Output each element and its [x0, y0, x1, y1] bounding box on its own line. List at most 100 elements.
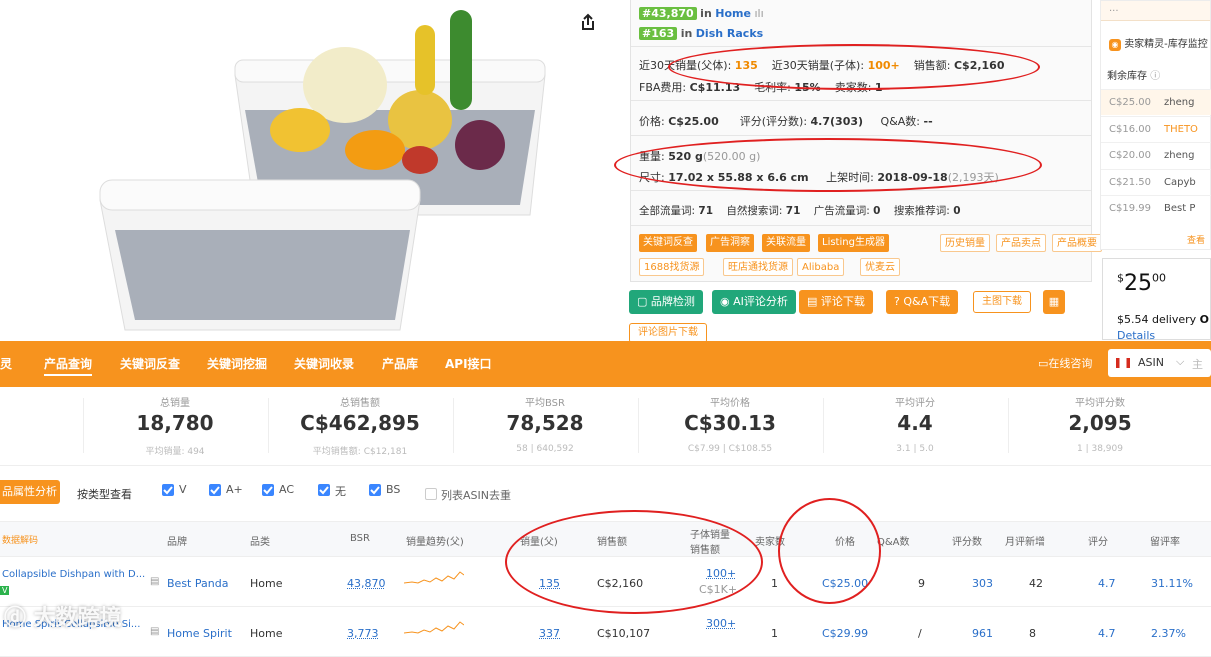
inventory-seller[interactable]: zheng	[1164, 150, 1194, 161]
tag-6[interactable]: 产品概要	[1052, 234, 1102, 252]
header-3[interactable]: BSR	[350, 533, 370, 544]
brand-link[interactable]: Home Spirit	[167, 627, 232, 640]
review-image-download-label: 评论图片下载	[638, 327, 698, 338]
inventory-seller[interactable]: zheng	[1164, 97, 1194, 108]
tag-4[interactable]: 历史销量	[940, 234, 990, 252]
header-13[interactable]: 月评新增	[1005, 533, 1045, 548]
help-icon[interactable]: ⓘ	[1150, 71, 1160, 82]
review-download-label: 评论下载	[820, 295, 865, 308]
seller-sprite-icon: ◉	[1109, 39, 1121, 51]
inventory-seller[interactable]: Best P	[1164, 203, 1195, 214]
bsr-link[interactable]: 43,870	[347, 577, 386, 590]
filter-label: V	[179, 483, 187, 496]
rating-cell[interactable]: 4.7	[1098, 577, 1116, 590]
stock-label: 剩余库存	[1107, 71, 1147, 82]
stat-label: 平均评分数	[1075, 398, 1125, 409]
qa-label: Q&A数:	[880, 115, 920, 128]
inventory-row: C$19.99 Best P	[1101, 195, 1211, 221]
filter-checkbox[interactable]	[162, 484, 174, 496]
bar-chart-icon[interactable]: ılı	[754, 7, 763, 20]
nav-item-4[interactable]: 产品库	[382, 355, 418, 372]
stat-divider	[1008, 398, 1009, 453]
nav-item-0[interactable]: 产品查询	[44, 355, 93, 376]
traffic-value: 71	[698, 205, 714, 217]
inventory-seller[interactable]: THETO	[1164, 124, 1198, 135]
sales-trend-sparkline[interactable]	[403, 617, 465, 637]
stat-value: 5	[0, 411, 70, 435]
stat-label: 平均价格	[710, 398, 750, 409]
review-download-button[interactable]: ▤ 评论下载	[799, 290, 873, 314]
header-12[interactable]: 评分数	[952, 533, 982, 548]
view-more-link[interactable]: 查看	[1187, 233, 1205, 246]
main-image-download-label: 主图下载	[982, 296, 1022, 307]
header-4[interactable]: 销量趋势(父)	[406, 533, 464, 548]
tab-attribute-analysis[interactable]: 品属性分析	[0, 480, 60, 504]
child-sales-link[interactable]: 300+	[706, 617, 736, 630]
stat-value: 4.4	[897, 411, 933, 435]
tab-attribute-label: 品属性分析	[2, 485, 57, 498]
sales-link[interactable]: 337	[539, 627, 560, 640]
filter-label: BS	[386, 483, 401, 496]
inventory-seller[interactable]: Capyb	[1164, 177, 1196, 188]
delivery-line: $5.54 delivery O	[1117, 313, 1209, 326]
sellers-cell: 1	[771, 627, 778, 640]
online-consult-link[interactable]: ▭在线咨询	[1038, 355, 1092, 371]
review-image-download-button[interactable]: 评论图片下载	[629, 323, 707, 343]
stat-sub: 平均销售额: C$12,181	[312, 447, 408, 457]
tab-by-type[interactable]: 按类型查看	[77, 486, 132, 502]
tag-0[interactable]: 关键词反查	[639, 234, 697, 252]
product-title-link[interactable]: Collapsible Dishpan with D...	[2, 569, 145, 580]
search-input[interactable]: 主	[1192, 356, 1203, 372]
tag-2[interactable]: 关联流量	[762, 234, 810, 252]
calculator-icon[interactable]: ▦	[1043, 290, 1065, 314]
rating-cell[interactable]: 4.7	[1098, 627, 1116, 640]
rank-badge: #163	[639, 27, 678, 40]
header-14[interactable]: 评分	[1088, 533, 1108, 548]
price-cell[interactable]: C$29.99	[822, 627, 868, 640]
tag2-2[interactable]: Alibaba	[797, 258, 845, 276]
inventory-panel: ... ◉ 卖家精灵-库存监控 剩余库存 ⓘ C$25.00 zheng C$16.…	[1100, 0, 1211, 250]
monthly-reviews-cell: 8	[1029, 627, 1036, 640]
tag-5[interactable]: 产品卖点	[996, 234, 1046, 252]
asin-selector[interactable]: ASIN	[1138, 356, 1164, 369]
tag-3[interactable]: Listing生成器	[818, 234, 889, 252]
chevron-down-icon[interactable]: ⌵	[1176, 355, 1184, 369]
qa-download-button[interactable]: ? Q&A下载	[886, 290, 959, 314]
reviews-link[interactable]: 961	[972, 627, 993, 640]
header-15[interactable]: 留评率	[1150, 533, 1180, 548]
filter-label: AC	[279, 483, 295, 496]
header-2: 品类	[250, 537, 270, 548]
reviews-link[interactable]: 303	[972, 577, 993, 590]
ad-value: 0	[873, 205, 881, 217]
brand-check-button[interactable]: ▢ 品牌检测	[629, 290, 703, 314]
inventory-price: C$20.00	[1109, 150, 1151, 161]
filter-checkbox[interactable]	[369, 484, 381, 496]
filter-checkbox[interactable]	[318, 484, 330, 496]
rank-category-link[interactable]: Dish Racks	[696, 27, 763, 40]
rank-category-link[interactable]: Home	[715, 7, 751, 20]
filter-checkbox[interactable]	[262, 484, 274, 496]
header-11[interactable]: Q&A数	[877, 533, 910, 548]
delivery-text: $5.54 delivery	[1117, 313, 1197, 326]
tag2-3[interactable]: 优麦云	[860, 258, 900, 276]
nav-item-3[interactable]: 关键词收录	[294, 355, 354, 372]
stat-label: 平均评分	[895, 398, 935, 409]
ai-review-button[interactable]: ◉ AI评论分析	[712, 290, 796, 314]
filter-checkbox[interactable]	[209, 484, 221, 496]
tag2-1[interactable]: 旺店通找货源	[723, 258, 793, 276]
inventory-price: C$19.99	[1109, 203, 1151, 214]
bsr-link[interactable]: 3,773	[347, 627, 379, 640]
tag2-0[interactable]: 1688找货源	[639, 258, 705, 276]
share-icon[interactable]	[578, 12, 598, 32]
brand-link[interactable]: Best Panda	[167, 577, 228, 590]
sales-trend-sparkline[interactable]	[403, 567, 465, 587]
nav-item-2[interactable]: 关键词挖掘	[207, 355, 267, 372]
main-image-download-button[interactable]: 主图下载	[973, 291, 1031, 313]
nav-item-5[interactable]: API接口	[445, 355, 492, 372]
nav-item-1[interactable]: 关键词反查	[120, 355, 180, 372]
rating-label: 评分(评分数):	[739, 115, 808, 128]
rank-in: in	[700, 7, 712, 20]
price-label: 价格:	[639, 115, 665, 128]
tag-1[interactable]: 广告洞察	[706, 234, 754, 252]
dedupe-checkbox[interactable]	[425, 488, 437, 500]
